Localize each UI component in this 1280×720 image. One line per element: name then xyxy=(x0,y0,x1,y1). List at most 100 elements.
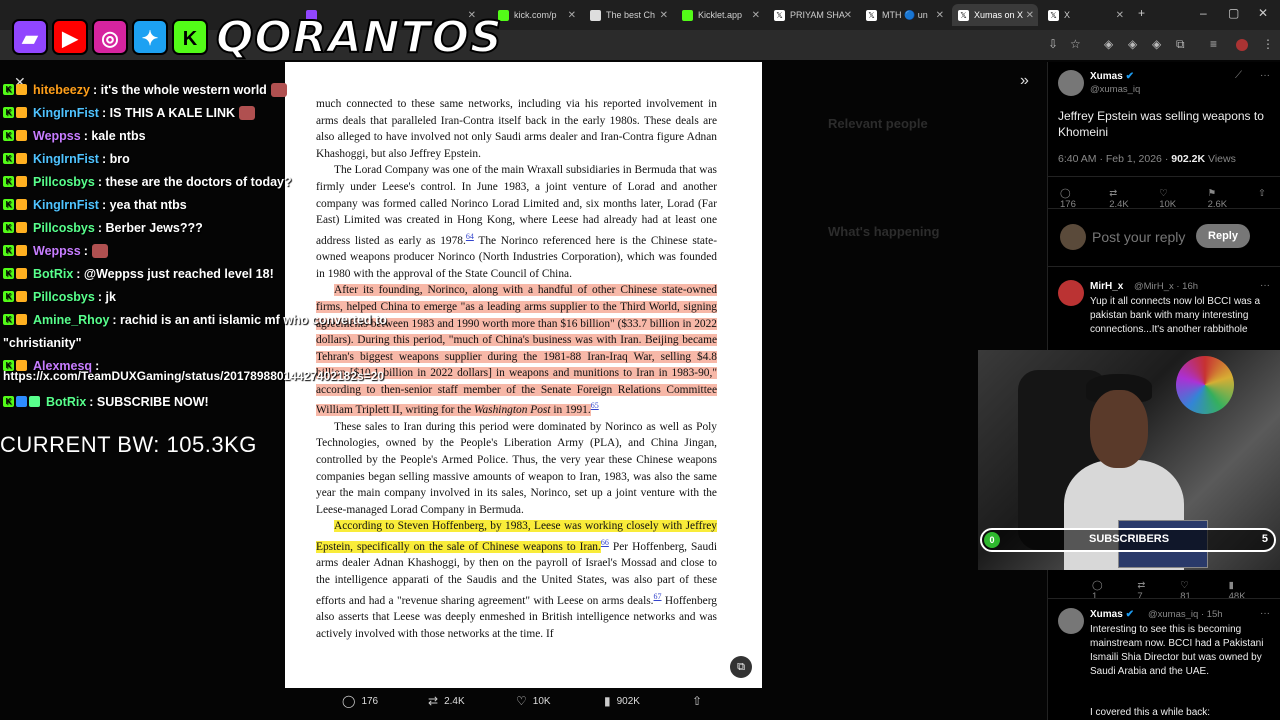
chat-username: KingIrnFist xyxy=(33,105,99,120)
reply-text: Interesting to see this is becoming main… xyxy=(1090,624,1264,677)
footnote-link[interactable]: 65 xyxy=(591,401,599,410)
like-action[interactable]: ♡ 10K xyxy=(516,694,551,708)
share-icon[interactable]: ⇧ xyxy=(1258,188,1266,210)
author-name[interactable]: Xumas ✔ xyxy=(1090,71,1134,82)
chat-text: : @Weppss just reached level 18! xyxy=(76,266,274,281)
tab-6[interactable]: 𝕏 MTH 🔵 un ✕ xyxy=(860,4,948,26)
close-tab-icon[interactable]: ✕ xyxy=(936,10,944,21)
tab-2[interactable]: kick.com/p ✕ xyxy=(492,4,580,26)
reply-author-avatar[interactable] xyxy=(1058,608,1084,634)
sub-badge-icon xyxy=(16,222,27,233)
new-tab-button[interactable]: + xyxy=(1138,6,1145,20)
close-tab-icon[interactable]: ✕ xyxy=(752,10,760,21)
chat-text: : SUBSCRIBE NOW! xyxy=(89,394,209,409)
tab-4[interactable]: Kicklet.app ✕ xyxy=(676,4,764,26)
streamer-brand-name: QORANTOS xyxy=(215,11,503,64)
close-tab-icon[interactable]: ✕ xyxy=(660,10,668,21)
repost-action[interactable]: ⇄ 2.4K xyxy=(428,694,465,708)
author-avatar[interactable] xyxy=(1058,70,1084,96)
close-tab-icon[interactable]: ✕ xyxy=(568,10,576,21)
more-options-icon[interactable]: ··· xyxy=(1260,280,1270,291)
chat-link-message[interactable]: https://x.com/TeamDUXGaming/status/20178… xyxy=(3,369,384,383)
reply-author-name[interactable]: MirH_x xyxy=(1090,281,1123,292)
author-handle[interactable]: @xumas_iq xyxy=(1090,84,1140,95)
views-action[interactable]: ▮ 902K xyxy=(604,694,640,708)
screen: ✕ kick.com/p ✕ The best Ch ✕ Kicklet.app ✕ … xyxy=(0,0,1280,720)
extension-icon[interactable]: ◈ xyxy=(1104,37,1113,51)
footnote-link[interactable]: 66 xyxy=(601,538,609,547)
reply-stat[interactable]: ◯ 176 xyxy=(1060,188,1095,210)
close-window-button[interactable]: ✕ xyxy=(1258,6,1268,20)
extension-icon[interactable]: ◈ xyxy=(1128,37,1137,51)
expand-panel-icon[interactable]: » xyxy=(1020,72,1029,90)
minimize-button[interactable]: – xyxy=(1200,6,1207,20)
close-tab-icon[interactable]: ✕ xyxy=(1026,10,1034,21)
maximize-button[interactable]: ▢ xyxy=(1228,6,1239,20)
user-badges: K xyxy=(3,130,29,141)
tab-3[interactable]: The best Ch ✕ xyxy=(584,4,672,26)
chat-username: Pillcosbys xyxy=(33,220,95,235)
relevant-people-heading: Relevant people xyxy=(828,116,928,131)
chat-message: Khitebeezy: it's the whole western world xyxy=(3,78,323,101)
divider xyxy=(1048,208,1280,209)
name-text: Xumas xyxy=(1090,609,1123,620)
sub-badge-icon xyxy=(16,314,27,325)
bookmark-star-icon[interactable]: ☆ xyxy=(1070,37,1081,51)
chat-message: K KingIrnFist: yea that ntbs xyxy=(3,193,323,216)
reply-author-avatar[interactable] xyxy=(1058,280,1084,306)
chat-username: KingIrnFist xyxy=(33,197,99,212)
footnote-link[interactable]: 64 xyxy=(466,232,474,241)
tab-5[interactable]: 𝕏 PRIYAM SHA ✕ xyxy=(768,4,856,26)
profile-avatar-icon[interactable] xyxy=(1236,39,1248,51)
red-highlight-text: After its founding, Norinco, along with … xyxy=(316,284,717,417)
chat-username: hitebeezy xyxy=(33,82,90,97)
tab-7-active[interactable]: 𝕏 Xumas on X ✕ xyxy=(952,4,1038,26)
tab-8[interactable]: 𝕏 X ✕ xyxy=(1042,4,1128,26)
menu-kebab-icon[interactable]: ⋮ xyxy=(1262,37,1274,51)
user-badges: K xyxy=(3,291,29,302)
install-icon[interactable]: ⇩ xyxy=(1048,37,1058,51)
heart-icon: ♡ xyxy=(516,694,527,708)
like-stat[interactable]: ♡ 10K xyxy=(1159,188,1193,210)
reply-action[interactable]: ◯ 176 xyxy=(342,694,378,708)
kick-badge-icon: K xyxy=(3,222,14,233)
views-number: 902.2K xyxy=(1171,153,1206,165)
share-action[interactable]: ⇧ xyxy=(692,694,708,708)
image-options-button[interactable]: ⧉ xyxy=(730,656,752,678)
repost-count: 2.4K xyxy=(444,695,465,707)
more-options-icon[interactable]: ··· xyxy=(1260,608,1270,619)
footnote-link[interactable]: 67 xyxy=(654,592,662,601)
chat-username: Weppss xyxy=(33,128,81,143)
kick-badge-icon: K xyxy=(3,199,14,210)
kick-badge-icon: K xyxy=(3,176,14,187)
user-badges: K xyxy=(3,84,29,95)
more-options-icon[interactable]: ··· xyxy=(1260,70,1270,81)
subscriber-goal-bar: 0 SUBSCRIBERS 5 xyxy=(980,528,1276,552)
reply-handle[interactable]: @xumas_iq · 15h xyxy=(1148,609,1223,620)
close-tab-icon[interactable]: ✕ xyxy=(1116,10,1124,21)
tab-label: MTH 🔵 un xyxy=(882,9,928,20)
close-tab-icon[interactable]: ✕ xyxy=(844,10,852,21)
repost-stat[interactable]: ⇄ 2.4K xyxy=(1109,188,1145,210)
user-badges: K xyxy=(3,314,29,325)
view-count: 902K xyxy=(616,695,640,707)
x-favicon-icon: 𝕏 xyxy=(774,9,785,21)
reply-author-name[interactable]: Xumas ✔ xyxy=(1090,609,1134,620)
author-name-text: Xumas xyxy=(1090,71,1123,82)
stat-value: 81 xyxy=(1180,591,1191,602)
sidebar-icon[interactable]: ≡ xyxy=(1210,37,1217,51)
tab-label: The best Ch xyxy=(606,10,656,20)
divider xyxy=(1048,598,1280,599)
reply-input[interactable]: Post your reply xyxy=(1092,229,1185,245)
timestamp-text: 6:40 AM · Feb 1, 2026 · xyxy=(1058,153,1172,165)
puzzle-icon[interactable]: ⧉ xyxy=(1176,37,1185,52)
sub-badge-icon xyxy=(16,153,27,164)
reply-handle[interactable]: @MirH_x · 16h xyxy=(1134,281,1198,292)
x-favicon-icon: 𝕏 xyxy=(866,9,877,21)
extension-icon[interactable]: ◈ xyxy=(1152,37,1161,51)
bookmark-stat[interactable]: ⚑ 2.6K xyxy=(1208,188,1244,210)
chat-message: K KingIrnFist: IS THIS A KALE LINK xyxy=(3,101,323,124)
grok-icon[interactable]: ⟋ xyxy=(1235,70,1242,81)
reply-button[interactable]: Reply xyxy=(1196,224,1250,248)
user-badges: K xyxy=(3,245,29,256)
